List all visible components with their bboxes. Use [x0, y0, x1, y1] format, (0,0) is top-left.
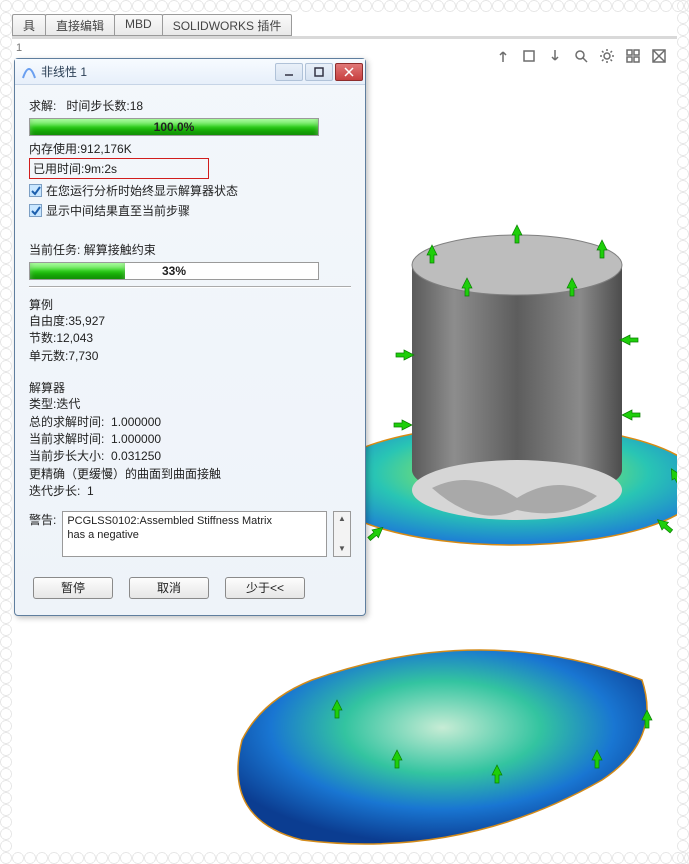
elapsed-label: 已用时间: — [33, 162, 84, 176]
time-steps-value: 18 — [130, 99, 143, 113]
scroll-down-icon[interactable]: ▼ — [334, 542, 350, 556]
dof-value: 35,927 — [68, 314, 105, 328]
current-time-label: 当前求解时间: — [29, 432, 104, 446]
solve-label: 求解: — [29, 97, 56, 114]
total-time-label: 总的求解时间: — [29, 415, 104, 429]
show-intermediate-checkbox[interactable]: 显示中间结果直至当前步骤 — [29, 202, 351, 219]
show-intermediate-label: 显示中间结果直至当前步骤 — [46, 202, 190, 219]
dof-label: 自由度: — [29, 314, 68, 328]
checkbox-icon — [29, 184, 42, 197]
minimize-button[interactable] — [275, 63, 303, 81]
ribbon-strip — [12, 36, 677, 39]
always-show-solver-checkbox[interactable]: 在您运行分析时始终显示解算器状态 — [29, 182, 351, 199]
warning-scrollbar[interactable]: ▲ ▼ — [333, 511, 351, 557]
task-progress-bar: 33% — [29, 262, 319, 280]
ribbon-tab-2[interactable]: MBD — [114, 14, 163, 36]
scroll-up-icon[interactable]: ▲ — [334, 512, 350, 526]
solver-progress-dialog: 非线性 1 求解: 时间步长数:18 100.0% 内存使用:912,176K … — [14, 58, 366, 616]
nodes-value: 12,043 — [56, 331, 93, 345]
elapsed-value: 9m:2s — [84, 162, 117, 176]
warning-line-1: PCGLSS0102:Assembled Stiffness Matrix — [67, 514, 322, 528]
iter-step-value: 1 — [87, 484, 94, 498]
ribbon-tab-1[interactable]: 直接编辑 — [45, 14, 115, 36]
ribbon-tabs: 具 直接编辑 MBD SOLIDWORKS 插件 — [12, 14, 677, 36]
study-icon — [21, 64, 37, 80]
dialog-titlebar[interactable]: 非线性 1 — [15, 59, 365, 85]
ribbon-tab-3[interactable]: SOLIDWORKS 插件 — [162, 14, 293, 36]
task-progress-text: 33% — [30, 263, 318, 279]
step-size-value: 0.031250 — [111, 449, 161, 463]
accuracy-line: 更精确（更缓慢）的曲面到曲面接触 — [29, 466, 351, 483]
elapsed-time-highlight: 已用时间:9m:2s — [29, 158, 209, 179]
checkbox-icon — [29, 204, 42, 217]
time-steps-label: 时间步长数: — [66, 97, 129, 114]
dialog-title: 非线性 1 — [41, 63, 273, 80]
iter-step-label: 迭代步长: — [29, 484, 80, 498]
close-button[interactable] — [335, 63, 363, 81]
overall-progress-text: 100.0% — [30, 119, 318, 135]
example-section-title: 算例 — [29, 296, 351, 313]
warning-textarea[interactable]: PCGLSS0102:Assembled Stiffness Matrix ha… — [62, 511, 327, 557]
total-time-value: 1.000000 — [111, 415, 161, 429]
memory-value: 912,176K — [80, 142, 131, 156]
ribbon-tab-0[interactable]: 具 — [12, 14, 46, 36]
nodes-label: 节数: — [29, 331, 56, 345]
always-show-solver-label: 在您运行分析时始终显示解算器状态 — [46, 182, 238, 199]
solver-section-title: 解算器 — [29, 379, 351, 396]
current-time-value: 1.000000 — [111, 432, 161, 446]
overall-progress-bar: 100.0% — [29, 118, 319, 136]
cancel-button[interactable]: 取消 — [129, 577, 209, 599]
maximize-button[interactable] — [305, 63, 333, 81]
less-button[interactable]: 少于<< — [225, 577, 305, 599]
solver-type-value: 迭代 — [56, 397, 80, 411]
solver-type-label: 类型: — [29, 397, 56, 411]
elements-value: 7,730 — [68, 349, 98, 363]
warning-line-2: has a negative — [67, 528, 322, 542]
step-size-label: 当前步长大小: — [29, 449, 104, 463]
current-task-value: 解算接触约束 — [84, 243, 156, 257]
elements-label: 单元数: — [29, 349, 68, 363]
warning-label: 警告: — [29, 511, 56, 528]
current-task-label: 当前任务: — [29, 243, 80, 257]
pause-button[interactable]: 暂停 — [33, 577, 113, 599]
memory-label: 内存使用: — [29, 142, 80, 156]
